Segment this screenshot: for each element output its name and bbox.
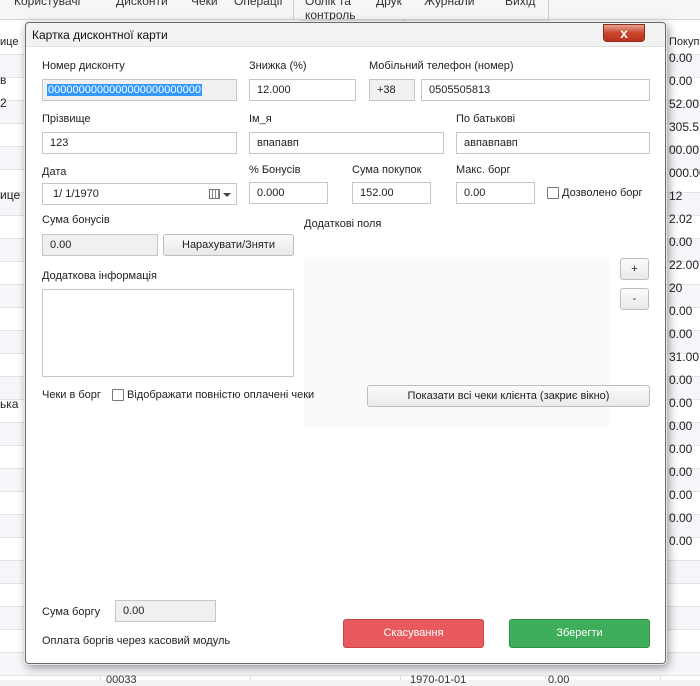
discount-number-input[interactable]: 0000000000000000000000000	[42, 79, 237, 101]
phone-prefix: +38	[369, 79, 415, 101]
menu-users[interactable]: Користувачі	[14, 0, 80, 8]
left-cell: 2	[0, 96, 7, 110]
bonus-sum-label: Сума бонусів	[42, 214, 110, 226]
last-name-label: Прізвище	[42, 113, 91, 125]
accrue-button[interactable]: Нарахувати/Зняти	[163, 234, 294, 256]
right-column-cell: 0.00	[669, 235, 693, 249]
discount-percent-label: Знижка (%)	[249, 60, 307, 72]
right-column-cell: 31.00	[669, 350, 700, 364]
discount-percent-input[interactable]: 12.000	[249, 79, 356, 101]
right-column-cell: 0.00	[669, 51, 693, 65]
right-column-cell: 0.00	[669, 465, 693, 479]
first-name-label: Ім_я	[249, 113, 272, 125]
debt-sum-input: 0.00	[115, 600, 216, 622]
menu-print[interactable]: Друк	[376, 0, 402, 8]
show-all-checks-button[interactable]: Показати всі чеки клієнта (закриє вікно)	[367, 385, 650, 407]
right-column-cell: 0.00	[669, 419, 693, 433]
discount-card-dialog: Картка дисконтної карти x Номер дисконту…	[25, 22, 666, 664]
cancel-button[interactable]: Скасування	[343, 619, 484, 648]
phone-input[interactable]: 0505505813	[421, 79, 650, 101]
bonus-percent-label: % Бонусів	[249, 164, 301, 176]
checks-in-debt-label: Чеки в борг	[42, 389, 101, 401]
patronymic-label: По батькові	[456, 113, 516, 125]
right-column-cell: 0.00	[669, 304, 693, 318]
debt-allowed-label: Дозволено борг	[562, 187, 643, 199]
menu-operations[interactable]: Операції	[234, 0, 283, 8]
extra-info-label: Додаткова інформація	[42, 270, 157, 282]
right-column-cell: 0.00	[669, 396, 693, 410]
left-cell: в	[0, 73, 7, 87]
save-button[interactable]: Зберегти	[509, 619, 650, 648]
bottom-row-date: 1970-01-01	[410, 674, 467, 686]
right-column-cell: 00.00	[669, 143, 700, 157]
right-column-cell: 12	[669, 189, 683, 203]
right-column-cell: 0.00	[669, 488, 693, 502]
left-cell: ице	[0, 188, 21, 202]
right-column-cell: 305.51	[669, 120, 700, 134]
right-column-cell: 0.00	[669, 373, 693, 387]
right-column-header: Покупк	[669, 36, 700, 48]
right-column-cell: 000.00	[669, 166, 700, 180]
right-column-cell: 0.00	[669, 534, 693, 548]
right-column-cell: 0.00	[669, 74, 693, 88]
last-name-input[interactable]: 123	[42, 132, 237, 154]
show-paid-checks-checkbox[interactable]	[112, 389, 124, 401]
menu-accounting[interactable]: Облік та контроль	[305, 0, 356, 22]
purchase-sum-input[interactable]: 152.00	[352, 182, 431, 204]
dialog-body: Номер дисконту 0000000000000000000000000…	[26, 48, 665, 663]
menu-checks[interactable]: Чеки	[191, 0, 218, 8]
debt-payment-note: Оплата боргів через касовий модуль	[42, 635, 231, 647]
debt-sum-label: Сума боргу	[42, 606, 101, 618]
bonus-sum-input: 0.00	[42, 234, 158, 256]
close-button[interactable]: x	[603, 24, 645, 42]
left-cell: ька	[0, 397, 19, 411]
right-column-cell: 52.00	[669, 97, 700, 111]
right-column-cell: 22.00	[669, 258, 700, 272]
remove-field-button[interactable]: -	[620, 288, 649, 310]
dialog-title: Картка дисконтної карти	[32, 28, 168, 42]
debt-allowed-checkbox[interactable]	[547, 187, 559, 199]
date-value: 1/ 1/1970	[53, 188, 99, 200]
extra-info-textarea[interactable]	[42, 289, 294, 377]
right-column-cell: 0.00	[669, 511, 693, 525]
chevron-down-icon[interactable]	[223, 193, 231, 197]
bonus-percent-input[interactable]: 0.000	[249, 182, 328, 204]
main-menu-bar: Користувачі Дисконти Чеки Операції Облік…	[0, 0, 700, 22]
date-label: Дата	[42, 166, 67, 178]
first-name-input[interactable]: впапавп	[249, 132, 444, 154]
close-icon: x	[620, 25, 628, 41]
right-column-cell: 20	[669, 281, 683, 295]
bottom-row-value: 0.00	[548, 674, 570, 686]
purchase-sum-label: Сума покупок	[352, 164, 422, 176]
phone-label: Мобільний телефон (номер)	[369, 60, 514, 72]
max-debt-label: Макс. борг	[456, 164, 511, 176]
right-column-cell: 0.00	[669, 327, 693, 341]
discount-number-label: Номер дисконту	[42, 60, 125, 72]
menu-accounting-line1: Облік та	[305, 0, 351, 8]
right-column-cell: 2.02	[669, 212, 693, 226]
patronymic-input[interactable]: авпавпавп	[456, 132, 650, 154]
extra-fields-label: Додаткові поля	[304, 218, 382, 230]
bottom-row-id: 00033	[106, 674, 137, 686]
show-paid-checks-label: Відображати повністю оплачені чеки	[127, 389, 315, 401]
dialog-titlebar[interactable]: Картка дисконтної карти x	[26, 23, 665, 47]
discount-number-value: 0000000000000000000000000	[47, 84, 202, 96]
menu-exit[interactable]: Вихід	[505, 0, 535, 8]
left-column-header: ице	[0, 36, 19, 48]
menu-discounts[interactable]: Дисконти	[116, 0, 168, 8]
calendar-icon[interactable]	[209, 189, 220, 199]
right-column-cell: 0.00	[669, 442, 693, 456]
max-debt-input[interactable]: 0.00	[456, 182, 535, 204]
menu-journals[interactable]: Журнали	[424, 0, 475, 8]
add-field-button[interactable]: +	[620, 258, 649, 280]
date-picker[interactable]: 1/ 1/1970	[42, 183, 237, 205]
